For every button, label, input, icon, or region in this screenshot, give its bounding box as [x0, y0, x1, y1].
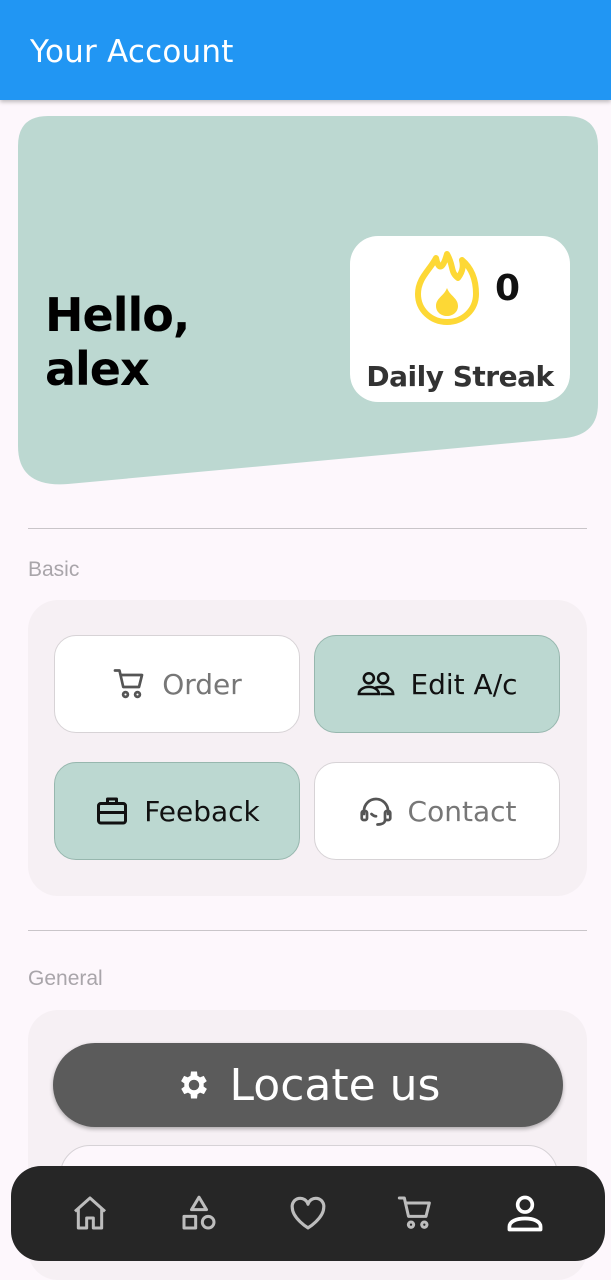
cart-icon [397, 1196, 431, 1229]
home-icon [74, 1196, 106, 1230]
heart-icon [290, 1196, 326, 1230]
nav-favorites[interactable] [286, 1191, 330, 1235]
daily-streak-card[interactable]: 0 Daily Streak [350, 236, 570, 402]
app-bar: Your Account [0, 0, 611, 100]
person-icon [507, 1195, 543, 1232]
briefcase-icon [97, 797, 128, 825]
nav-account[interactable] [503, 1191, 547, 1235]
cart-icon [113, 669, 144, 699]
bottom-nav-bar [11, 1166, 605, 1261]
order-label: Order [162, 667, 242, 701]
contact-label: Contact [407, 794, 517, 828]
edit-account-button[interactable]: Edit A/c [314, 635, 560, 733]
app-bar-title: Your Account [30, 34, 234, 70]
greeting-username: alex [45, 342, 150, 396]
greeting-text: Hello, alex [45, 288, 190, 396]
divider [28, 528, 587, 529]
nav-categories[interactable] [177, 1191, 221, 1235]
edit-account-label: Edit A/c [410, 667, 518, 701]
nav-cart[interactable] [394, 1191, 438, 1235]
streak-count: 0 [495, 268, 521, 309]
streak-label: Daily Streak [366, 360, 554, 393]
greeting-line-1: Hello, [45, 288, 190, 342]
feedback-button[interactable]: Feeback [54, 762, 300, 860]
locate-us-label: Locate us [229, 1059, 441, 1111]
feedback-label: Feeback [144, 794, 260, 828]
people-icon [358, 672, 395, 696]
gear-icon [180, 1071, 207, 1099]
support-agent-icon [359, 797, 392, 826]
contact-button[interactable]: Contact [314, 762, 560, 860]
categories-icon [182, 1195, 216, 1230]
nav-home[interactable] [68, 1191, 112, 1235]
section-label-general: General [28, 967, 103, 990]
divider [28, 930, 587, 931]
flame-icon [415, 251, 479, 325]
section-label-basic: Basic [28, 558, 80, 581]
locate-us-button[interactable]: Locate us [53, 1043, 563, 1127]
order-button[interactable]: Order [54, 635, 300, 733]
